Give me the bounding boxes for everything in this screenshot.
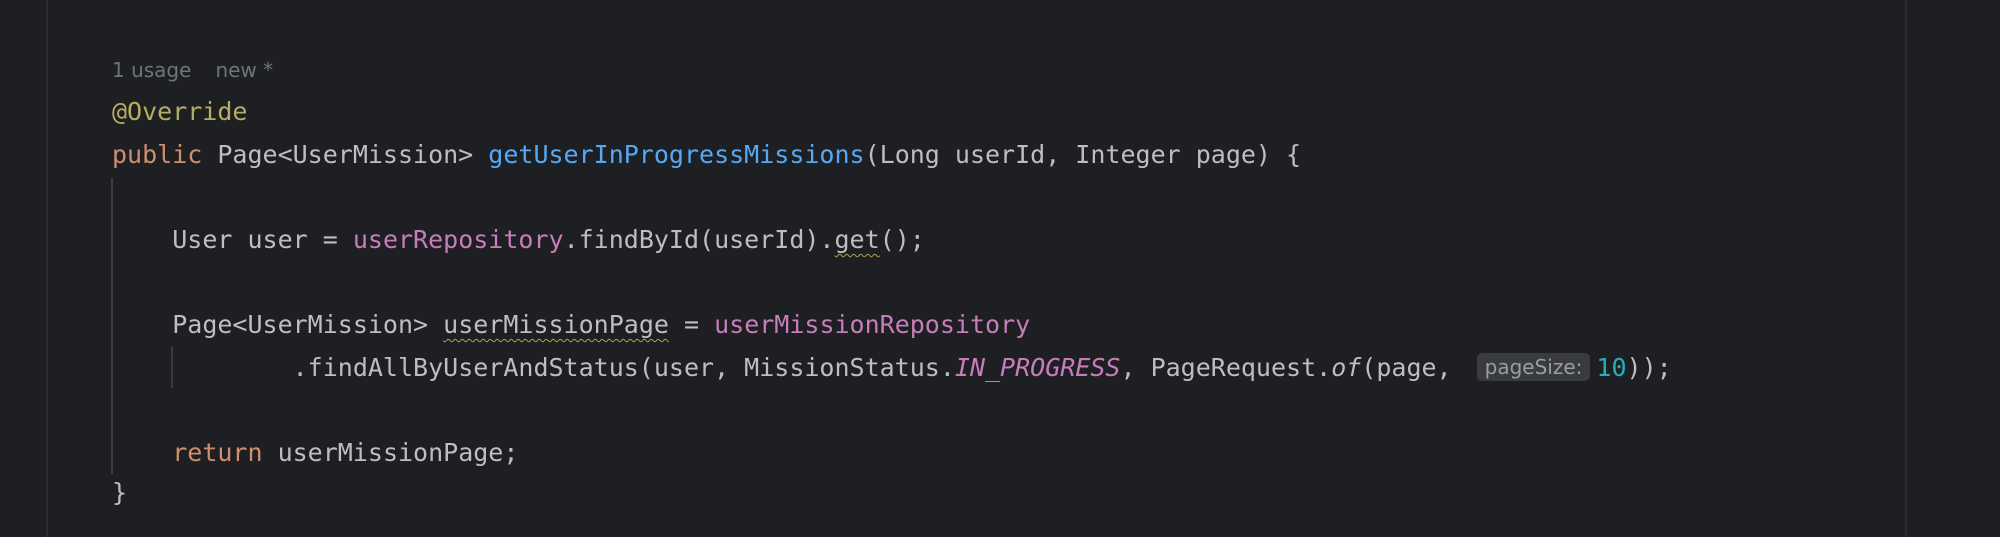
in-progress-constant: IN_PROGRESS xyxy=(954,353,1121,382)
of-method: of xyxy=(1331,353,1362,382)
user-repository-field: userRepository xyxy=(352,225,564,254)
user-mission-page-var[interactable]: userMissionPage xyxy=(443,310,669,339)
code-line-annotation[interactable]: @Override xyxy=(112,95,247,129)
usages-hint[interactable]: 1 usage xyxy=(112,58,191,82)
code-line-return[interactable]: return userMissionPage; xyxy=(112,436,518,470)
override-annotation: @Override xyxy=(112,97,248,126)
page-size-inlay-hint: pageSize: xyxy=(1476,353,1591,381)
page-size-number: 10 xyxy=(1596,353,1627,382)
page-request-ref: , PageRequest. xyxy=(1120,353,1332,382)
assign-operator: = xyxy=(668,310,715,339)
code-line-find[interactable]: .findAllByUserAndStatus(user, MissionSta… xyxy=(112,351,1672,385)
return-value: userMissionPage; xyxy=(262,438,519,467)
author-hint[interactable]: new * xyxy=(215,58,273,82)
method-params: (Long userId, Integer page) { xyxy=(864,140,1302,169)
of-args: (page, xyxy=(1361,353,1467,382)
get-call-warning[interactable]: get xyxy=(835,225,880,254)
statement-tail: )); xyxy=(1626,353,1672,382)
page-type: Page<UserMission> xyxy=(172,310,444,339)
gutter-divider xyxy=(46,0,48,537)
code-line-user[interactable]: User user = userRepository.findById(user… xyxy=(112,223,925,257)
method-name: getUserInProgressMissions xyxy=(488,140,865,169)
code-line-page[interactable]: Page<UserMission> userMissionPage = user… xyxy=(112,308,1030,342)
code-line-signature[interactable]: public Page<UserMission> getUserInProgre… xyxy=(112,138,1301,172)
right-margin-guide xyxy=(1905,0,1907,537)
code-editor[interactable]: 1 usage new * @Override public Page<UserM… xyxy=(0,0,2000,537)
call-tail: (); xyxy=(879,225,925,254)
code-vision-hint[interactable]: 1 usage new * xyxy=(112,58,297,82)
return-type: Page<UserMission> xyxy=(202,140,489,169)
find-all-call: .findAllByUserAndStatus(user, MissionSta… xyxy=(292,353,955,382)
find-by-id-call: .findById(userId). xyxy=(563,225,835,254)
closing-brace: } xyxy=(112,478,128,507)
code-line-closing-brace[interactable]: } xyxy=(112,476,127,510)
user-mission-repository-field: userMissionRepository xyxy=(714,310,1031,339)
return-keyword: return xyxy=(172,438,263,467)
public-keyword: public xyxy=(112,140,203,169)
user-declaration: User user = xyxy=(172,225,353,254)
